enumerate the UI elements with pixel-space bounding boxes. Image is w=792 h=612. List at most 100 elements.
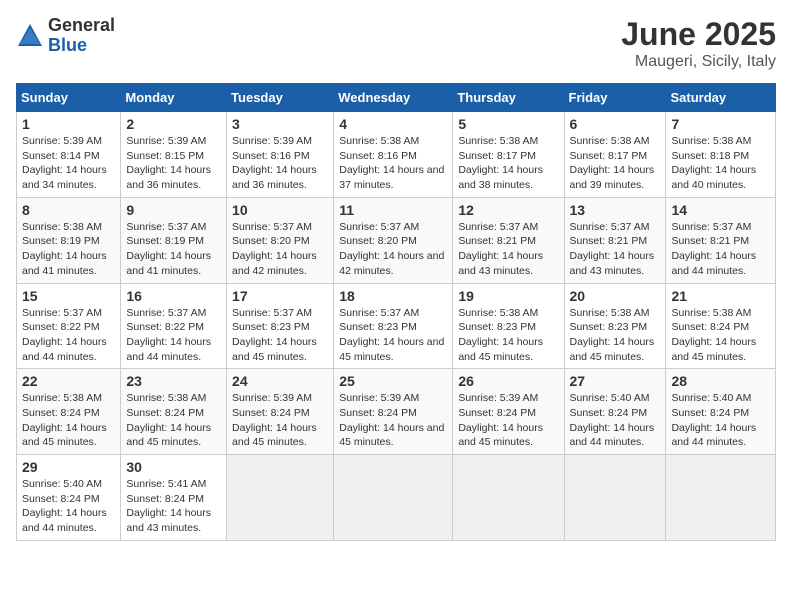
day-number: 12 <box>458 202 558 218</box>
calendar-cell <box>666 455 776 541</box>
day-info: Sunrise: 5:37 AMSunset: 8:21 PMDaylight:… <box>570 220 661 279</box>
calendar-cell: 30 Sunrise: 5:41 AMSunset: 8:24 PMDayligh… <box>121 455 227 541</box>
day-info: Sunrise: 5:37 AMSunset: 8:19 PMDaylight:… <box>126 220 221 279</box>
calendar-cell: 15Sunrise: 5:37 AMSunset: 8:22 PMDayligh… <box>17 283 121 369</box>
weekday-header-sunday: Sunday <box>17 84 121 112</box>
calendar-cell: 29Sunrise: 5:40 AMSunset: 8:24 PMDayligh… <box>17 455 121 541</box>
day-info: Sunrise: 5:37 AMSunset: 8:20 PMDaylight:… <box>339 220 447 279</box>
calendar-cell: 3Sunrise: 5:39 AMSunset: 8:16 PMDaylight… <box>227 112 334 198</box>
day-number: 9 <box>126 202 221 218</box>
calendar-cell: 22 Sunrise: 5:38 AMSunset: 8:24 PMDayligh… <box>17 369 121 455</box>
day-info: Sunrise: 5:38 AMSunset: 8:24 PMDaylight:… <box>126 391 221 450</box>
day-info: Sunrise: 5:39 AMSunset: 8:24 PMDaylight:… <box>232 391 328 450</box>
day-number: 11 <box>339 202 447 218</box>
day-info: Sunrise: 5:40 AMSunset: 8:24 PMDaylight:… <box>22 477 115 536</box>
day-number: 16 <box>126 288 221 304</box>
day-info: Sunrise: 5:39 AMSunset: 8:24 PMDaylight:… <box>458 391 558 450</box>
weekday-header-saturday: Saturday <box>666 84 776 112</box>
day-info: Sunrise: 5:39 AMSunset: 8:24 PMDaylight:… <box>339 391 447 450</box>
calendar-cell: 23 Sunrise: 5:38 AMSunset: 8:24 PMDayligh… <box>121 369 227 455</box>
logo-inner: General Blue <box>16 16 115 56</box>
day-number: 13 <box>570 202 661 218</box>
calendar-cell <box>453 455 564 541</box>
day-number: 14 <box>671 202 770 218</box>
day-info: Sunrise: 5:41 AMSunset: 8:24 PMDaylight:… <box>126 477 221 536</box>
header: General Blue June 2025 Maugeri, Sicily, … <box>16 16 776 71</box>
logo-icon <box>16 22 44 50</box>
day-number: 21 <box>671 288 770 304</box>
day-number: 19 <box>458 288 558 304</box>
calendar-cell: 16 Sunrise: 5:37 AMSunset: 8:22 PMDayligh… <box>121 283 227 369</box>
day-number: 28 <box>671 373 770 389</box>
day-number: 5 <box>458 116 558 132</box>
calendar-cell: 20Sunrise: 5:38 AMSunset: 8:23 PMDayligh… <box>564 283 666 369</box>
day-number: 25 <box>339 373 447 389</box>
day-number: 18 <box>339 288 447 304</box>
day-number: 15 <box>22 288 115 304</box>
calendar-cell: 6 Sunrise: 5:38 AMSunset: 8:17 PMDaylight… <box>564 112 666 198</box>
day-number: 27 <box>570 373 661 389</box>
calendar-cell: 28Sunrise: 5:40 AMSunset: 8:24 PMDayligh… <box>666 369 776 455</box>
day-number: 2 <box>126 116 221 132</box>
day-info: Sunrise: 5:37 AMSunset: 8:23 PMDaylight:… <box>339 306 447 365</box>
logo-general-text: General <box>48 15 115 35</box>
day-info: Sunrise: 5:38 AMSunset: 8:24 PMDaylight:… <box>22 391 115 450</box>
calendar-cell: 26 Sunrise: 5:39 AMSunset: 8:24 PMDayligh… <box>453 369 564 455</box>
calendar-cell: 18 Sunrise: 5:37 AMSunset: 8:23 PMDayligh… <box>334 283 453 369</box>
calendar-week-row: 1 Sunrise: 5:39 AMSunset: 8:14 PMDaylight… <box>17 112 776 198</box>
day-number: 7 <box>671 116 770 132</box>
day-info: Sunrise: 5:38 AMSunset: 8:24 PMDaylight:… <box>671 306 770 365</box>
day-info: Sunrise: 5:38 AMSunset: 8:23 PMDaylight:… <box>458 306 558 365</box>
calendar-cell: 2Sunrise: 5:39 AMSunset: 8:15 PMDaylight… <box>121 112 227 198</box>
calendar-cell: 24Sunrise: 5:39 AMSunset: 8:24 PMDayligh… <box>227 369 334 455</box>
day-info: Sunrise: 5:38 AMSunset: 8:19 PMDaylight:… <box>22 220 115 279</box>
calendar-cell: 12 Sunrise: 5:37 AMSunset: 8:21 PMDayligh… <box>453 197 564 283</box>
calendar-cell: 17Sunrise: 5:37 AMSunset: 8:23 PMDayligh… <box>227 283 334 369</box>
calendar-cell <box>334 455 453 541</box>
calendar-table: SundayMondayTuesdayWednesdayThursdayFrid… <box>16 83 776 541</box>
calendar-title: June 2025 <box>621 16 776 53</box>
calendar-cell <box>564 455 666 541</box>
day-number: 23 <box>126 373 221 389</box>
calendar-week-row: 15 Sunrise: 5:37 AMSunset: 8:22 PMDayligh… <box>17 283 776 369</box>
day-info: Sunrise: 5:40 AMSunset: 8:24 PMDaylight:… <box>570 391 661 450</box>
calendar-cell <box>227 455 334 541</box>
calendar-cell: 10Sunrise: 5:37 AMSunset: 8:20 PMDayligh… <box>227 197 334 283</box>
day-info: Sunrise: 5:38 AMSunset: 8:17 PMDaylight:… <box>458 134 558 193</box>
calendar-cell: 19 Sunrise: 5:38 AMSunset: 8:23 PMDayligh… <box>453 283 564 369</box>
calendar-cell: 11 Sunrise: 5:37 AMSunset: 8:20 PMDayligh… <box>334 197 453 283</box>
day-number: 6 <box>570 116 661 132</box>
day-info: Sunrise: 5:37 AMSunset: 8:22 PMDaylight:… <box>126 306 221 365</box>
calendar-week-row: 22 Sunrise: 5:38 AMSunset: 8:24 PMDayligh… <box>17 369 776 455</box>
day-info: Sunrise: 5:38 AMSunset: 8:18 PMDaylight:… <box>671 134 770 193</box>
weekday-header-row: SundayMondayTuesdayWednesdayThursdayFrid… <box>17 84 776 112</box>
calendar-cell: 27 Sunrise: 5:40 AMSunset: 8:24 PMDayligh… <box>564 369 666 455</box>
logo-blue-text: Blue <box>48 35 87 55</box>
day-info: Sunrise: 5:37 AMSunset: 8:20 PMDaylight:… <box>232 220 328 279</box>
calendar-cell: 1 Sunrise: 5:39 AMSunset: 8:14 PMDaylight… <box>17 112 121 198</box>
calendar-cell: 21 Sunrise: 5:38 AMSunset: 8:24 PMDayligh… <box>666 283 776 369</box>
weekday-header-monday: Monday <box>121 84 227 112</box>
calendar-cell: 9 Sunrise: 5:37 AMSunset: 8:19 PMDaylight… <box>121 197 227 283</box>
calendar-cell: 5 Sunrise: 5:38 AMSunset: 8:17 PMDaylight… <box>453 112 564 198</box>
calendar-cell: 13 Sunrise: 5:37 AMSunset: 8:21 PMDayligh… <box>564 197 666 283</box>
day-number: 20 <box>570 288 661 304</box>
weekday-header-friday: Friday <box>564 84 666 112</box>
day-number: 22 <box>22 373 115 389</box>
day-info: Sunrise: 5:37 AMSunset: 8:21 PMDaylight:… <box>458 220 558 279</box>
day-info: Sunrise: 5:39 AMSunset: 8:14 PMDaylight:… <box>22 134 115 193</box>
calendar-cell: 7 Sunrise: 5:38 AMSunset: 8:18 PMDaylight… <box>666 112 776 198</box>
weekday-header-tuesday: Tuesday <box>227 84 334 112</box>
logo: General Blue <box>16 16 115 56</box>
day-info: Sunrise: 5:37 AMSunset: 8:21 PMDaylight:… <box>671 220 770 279</box>
day-number: 3 <box>232 116 328 132</box>
day-info: Sunrise: 5:38 AMSunset: 8:17 PMDaylight:… <box>570 134 661 193</box>
weekday-header-thursday: Thursday <box>453 84 564 112</box>
calendar-subtitle: Maugeri, Sicily, Italy <box>621 53 776 71</box>
calendar-cell: 25 Sunrise: 5:39 AMSunset: 8:24 PMDayligh… <box>334 369 453 455</box>
day-number: 26 <box>458 373 558 389</box>
calendar-cell: 8Sunrise: 5:38 AMSunset: 8:19 PMDaylight… <box>17 197 121 283</box>
day-number: 30 <box>126 459 221 475</box>
day-number: 17 <box>232 288 328 304</box>
day-number: 1 <box>22 116 115 132</box>
